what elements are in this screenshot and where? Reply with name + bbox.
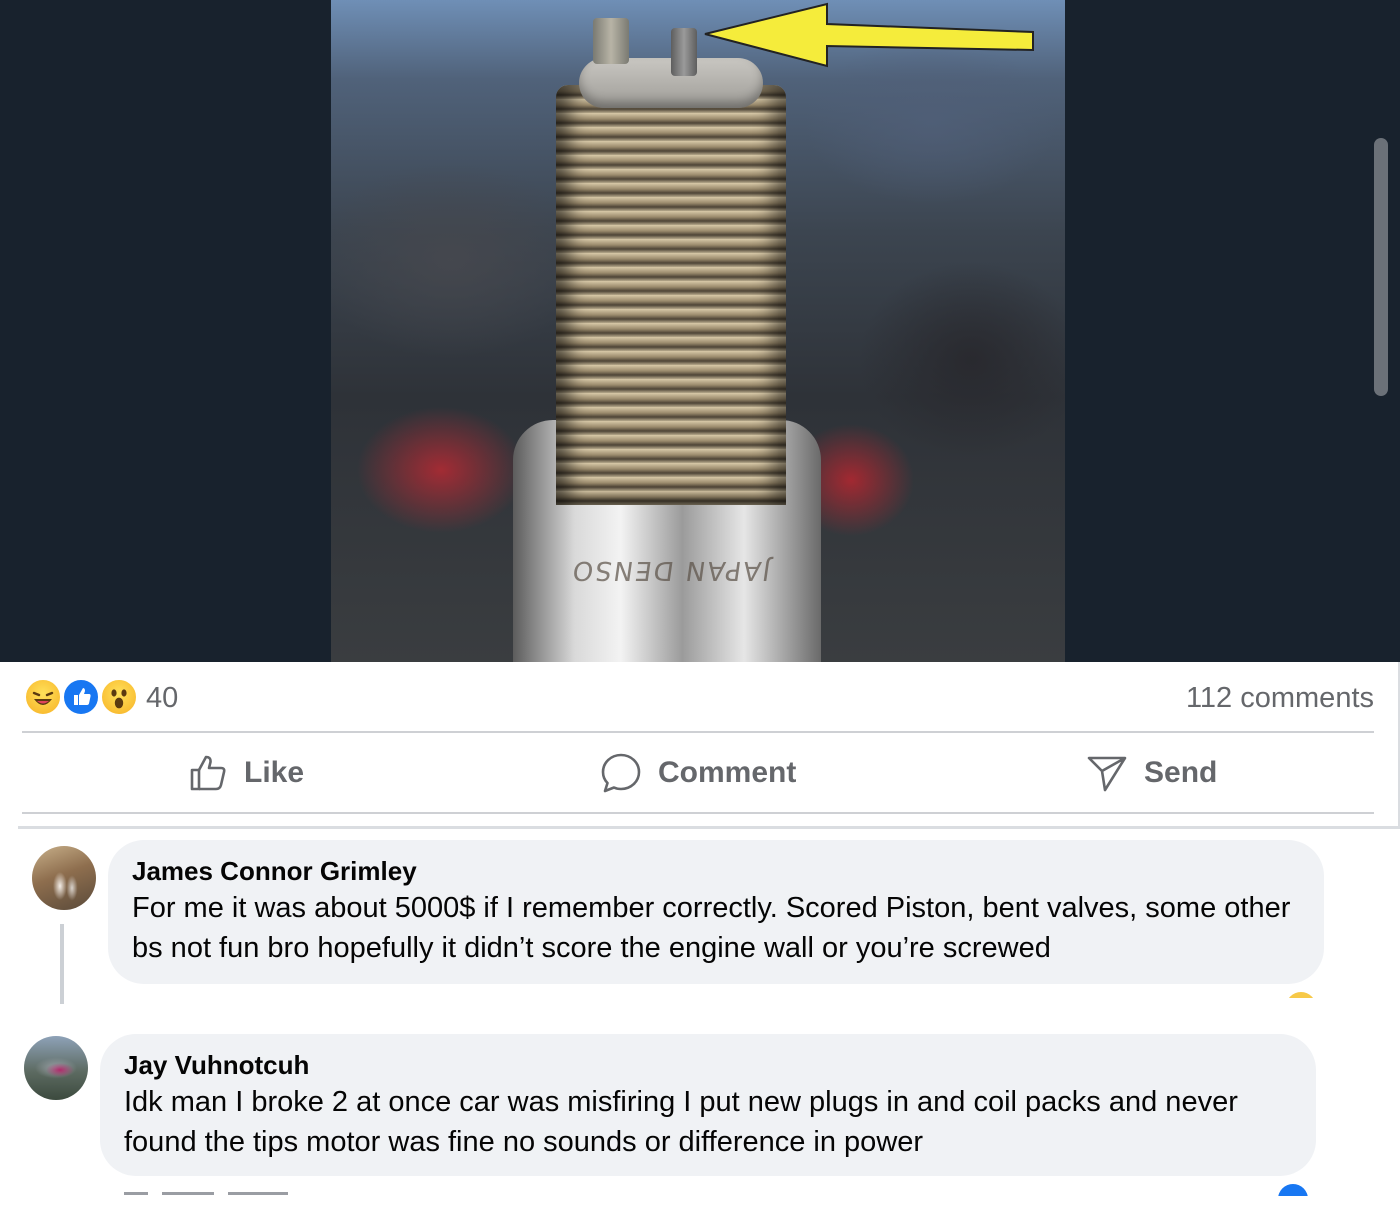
haha-icon: [24, 678, 62, 716]
section-separator: [18, 826, 1400, 829]
comment-button[interactable]: Comment: [600, 734, 1400, 812]
avatar[interactable]: [32, 846, 96, 910]
comment-reaction-icon[interactable]: [1278, 1184, 1308, 1196]
send-button[interactable]: Send: [1086, 734, 1217, 812]
reactions-summary: 40 112 comments: [22, 676, 1374, 720]
comments-count-link[interactable]: 112 comments: [1186, 682, 1374, 715]
post-photo[interactable]: JAPAN DENSO: [331, 0, 1065, 662]
comment-label: Comment: [658, 756, 797, 789]
like-button[interactable]: Like: [188, 734, 304, 812]
wow-icon: [100, 678, 138, 716]
post-action-bar: Like Comment Send: [22, 734, 1374, 812]
plug-imprint-text: JAPAN DENSO: [568, 555, 773, 585]
spark-plug-center-electrode: [671, 28, 697, 76]
yellow-arrow-icon: [704, 2, 1034, 68]
thumbs-up-icon: [190, 755, 226, 791]
comment-reaction-icon[interactable]: [1286, 992, 1316, 998]
like-label: Like: [244, 756, 305, 789]
comment-text: Idk man I broke 2 at once car was misfir…: [124, 1086, 1238, 1158]
divider: [22, 731, 1374, 733]
comment-bubble: James Connor Grimley For me it was about…: [108, 840, 1324, 984]
comment-actions-cut-off: [124, 1186, 324, 1196]
spark-plug-thread: [556, 85, 786, 505]
divider: [22, 812, 1374, 814]
post-media[interactable]: JAPAN DENSO: [0, 0, 1400, 662]
send-icon: [1087, 756, 1127, 792]
reaction-count[interactable]: 40: [146, 682, 178, 715]
comment-bubble-icon: [601, 753, 641, 793]
spark-plug-ground-electrode: [593, 18, 629, 64]
send-label: Send: [1144, 756, 1218, 789]
avatar[interactable]: [24, 1036, 88, 1100]
like-icon: [62, 678, 100, 716]
comment-text: For me it was about 5000$ if I remember …: [132, 892, 1291, 964]
comment-bubble: Jay Vuhnotcuh Idk man I broke 2 at once …: [100, 1034, 1316, 1176]
comment-author[interactable]: James Connor Grimley: [132, 854, 1300, 888]
comment-author[interactable]: Jay Vuhnotcuh: [124, 1048, 1292, 1082]
reply-thread-line: [60, 924, 64, 1004]
media-scrollbar[interactable]: [1374, 138, 1388, 396]
